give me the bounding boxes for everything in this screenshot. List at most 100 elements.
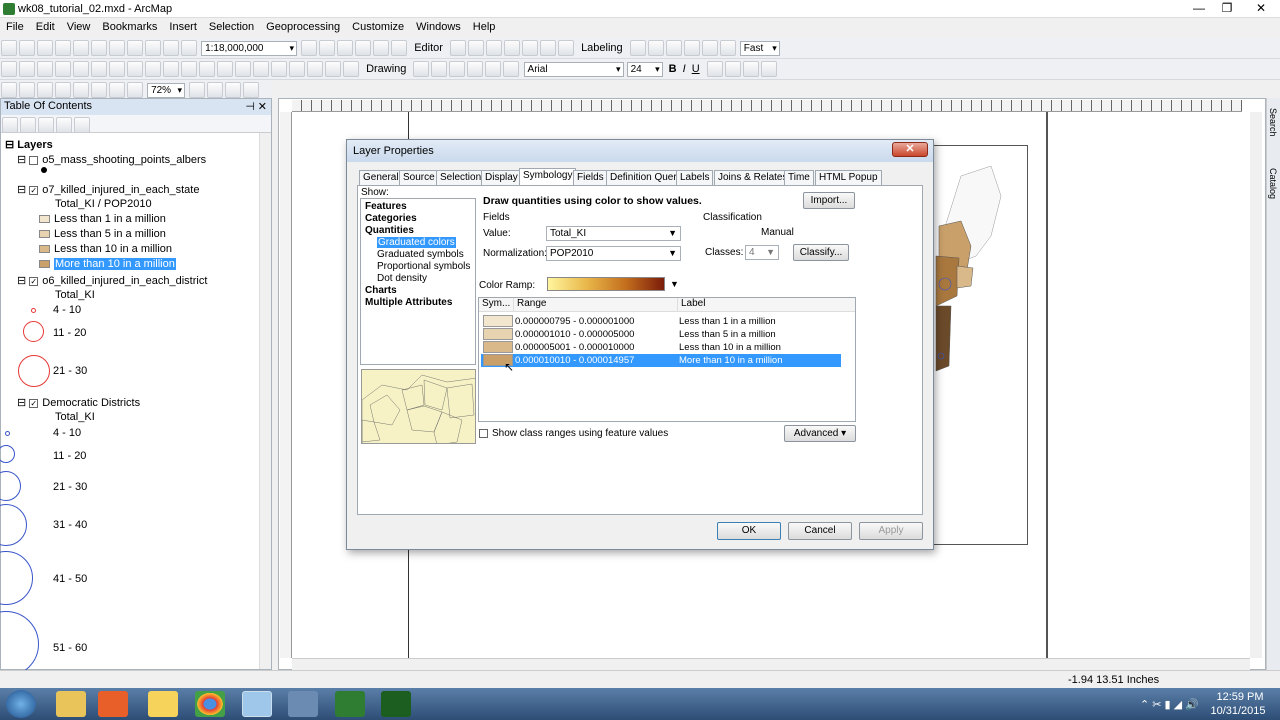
class-symbol[interactable] [483, 315, 513, 327]
map-vertical-scrollbar[interactable] [1250, 112, 1262, 658]
measure-icon[interactable] [253, 61, 269, 77]
renderer-multiple-attributes[interactable]: Multiple Attributes [365, 297, 452, 308]
back-extent-icon[interactable] [109, 61, 125, 77]
underline-button[interactable]: U [692, 63, 700, 75]
maximize-button[interactable]: ❐ [1214, 0, 1240, 17]
focus-frame-icon[interactable] [207, 82, 224, 98]
viewer-icon[interactable] [343, 61, 359, 77]
renderer-features[interactable]: Features [365, 201, 407, 212]
classify-button[interactable]: Classify... [793, 244, 849, 261]
unplaced-labels-icon[interactable] [719, 40, 736, 56]
data-frame[interactable] [930, 145, 1028, 545]
catalog-icon[interactable] [337, 40, 354, 56]
class-row[interactable]: 0.000005001 - 0.000010000 Less than 10 in… [481, 341, 841, 354]
pin-icon[interactable]: ⊣ [245, 100, 255, 113]
value-field-select[interactable]: Total_KI ▼ [546, 226, 681, 241]
explorer-taskbar-icon[interactable] [56, 691, 86, 717]
time-slider-icon[interactable] [325, 61, 341, 77]
tab-html-popup[interactable]: HTML Popup [815, 170, 882, 185]
class-symbol[interactable] [483, 328, 513, 340]
map-horizontal-scrollbar[interactable] [292, 658, 1250, 670]
layout-zoom-combo[interactable]: 72% [147, 82, 186, 98]
route-icon[interactable] [289, 61, 305, 77]
camtasia-recorder-taskbar-icon[interactable] [381, 691, 411, 717]
text-tool-icon[interactable] [485, 61, 502, 77]
vertex-icon[interactable] [486, 40, 502, 56]
media-player-taskbar-icon[interactable] [98, 691, 128, 717]
color-ramp-chevron-icon[interactable]: ▼ [670, 279, 679, 289]
menu-windows[interactable]: Windows [410, 19, 467, 35]
legend-class-selected[interactable]: More than 10 in a million [39, 258, 176, 270]
table-icon[interactable] [319, 40, 336, 56]
rectangle-icon[interactable] [467, 61, 484, 77]
font-color-icon[interactable] [706, 61, 723, 77]
print-icon[interactable] [55, 40, 71, 56]
toc-close-icon[interactable]: ✕ [258, 100, 267, 113]
save-icon[interactable] [37, 40, 53, 56]
col-range-header[interactable]: Range [513, 298, 677, 312]
paint-taskbar-icon[interactable] [148, 691, 178, 717]
rotate-element-icon[interactable] [431, 61, 448, 77]
renderer-proportional-symbols[interactable]: Proportional symbols [377, 261, 470, 272]
fill-color-icon[interactable] [503, 61, 520, 77]
tab-selection[interactable]: Selection [436, 170, 486, 185]
label-weights-icon[interactable] [665, 40, 682, 56]
camtasia-taskbar-icon[interactable] [335, 691, 365, 717]
delete-icon[interactable] [127, 40, 143, 56]
zoom-in-icon[interactable] [1, 61, 17, 77]
class-symbol[interactable] [483, 341, 513, 353]
legend-class[interactable]: Less than 5 in a million [39, 228, 166, 240]
layers-root[interactable]: ⊟ Layers [5, 138, 53, 151]
renderer-categories[interactable]: Categories [365, 213, 417, 224]
ok-button[interactable]: OK [717, 522, 781, 540]
paste-icon[interactable] [109, 40, 125, 56]
show-ranges-checkbox[interactable] [479, 428, 488, 438]
editor-menu[interactable]: Editor [414, 42, 443, 54]
menu-bookmarks[interactable]: Bookmarks [96, 19, 163, 35]
tab-display[interactable]: Display [481, 170, 522, 185]
search-tab[interactable]: Search [1268, 108, 1278, 137]
advanced-button[interactable]: Advanced ▾ [784, 425, 856, 442]
add-data-icon[interactable] [181, 40, 197, 56]
class-row[interactable]: 0.000001010 - 0.000005000 Less than 5 in … [481, 328, 841, 341]
list-by-source-icon[interactable] [20, 117, 36, 133]
font-combo[interactable]: Arial [523, 61, 624, 77]
visibility-checkbox[interactable]: ✓ [29, 185, 39, 195]
python-icon[interactable] [391, 40, 408, 56]
whole-page-icon[interactable] [91, 82, 107, 98]
list-by-visibility-icon[interactable] [38, 117, 54, 133]
legend-class[interactable]: Less than 1 in a million [39, 213, 166, 225]
menu-geoprocessing[interactable]: Geoprocessing [260, 19, 346, 35]
window-taskbar-icon[interactable] [288, 691, 318, 717]
catalog-tab[interactable]: Catalog [1268, 168, 1278, 199]
start-button-icon[interactable] [6, 690, 36, 718]
col-label-header[interactable]: Label [677, 298, 855, 312]
renderer-quantities[interactable]: Quantities [365, 225, 414, 236]
next-extent-icon[interactable] [127, 82, 143, 98]
zoom-100-icon[interactable] [55, 82, 71, 98]
split-icon[interactable] [504, 40, 520, 56]
fixed-zoom-icon[interactable] [73, 82, 89, 98]
chrome-taskbar-icon[interactable] [195, 691, 225, 717]
cancel-button[interactable]: Cancel [788, 522, 852, 540]
previous-extent-icon[interactable] [109, 82, 125, 98]
layout-pan-icon[interactable] [37, 82, 53, 98]
col-symbol-header[interactable]: Sym... [479, 298, 513, 312]
line-color-icon[interactable] [742, 61, 759, 77]
tab-joins-relates[interactable]: Joins & Relates [714, 170, 792, 185]
marker-color-icon[interactable] [760, 61, 777, 77]
fixed-zoom-in-icon[interactable] [73, 61, 89, 77]
copy-icon[interactable] [91, 40, 107, 56]
menu-insert[interactable]: Insert [163, 19, 203, 35]
new-icon[interactable] [1, 40, 17, 56]
clock-date[interactable]: 10/31/2015 [1206, 705, 1270, 717]
visibility-checkbox[interactable] [29, 155, 39, 165]
layer-row[interactable]: ⊟ o5_mass_shooting_points_albers [17, 153, 206, 166]
arcmap-taskbar-icon[interactable] [242, 691, 272, 717]
zoom-whole-page-icon[interactable] [449, 61, 466, 77]
color-ramp-select[interactable] [547, 277, 665, 291]
menu-customize[interactable]: Customize [346, 19, 410, 35]
pause-labeling-icon[interactable] [701, 40, 718, 56]
normalization-field-select[interactable]: POP2010 ▼ [546, 246, 681, 261]
undo-icon[interactable] [145, 40, 161, 56]
